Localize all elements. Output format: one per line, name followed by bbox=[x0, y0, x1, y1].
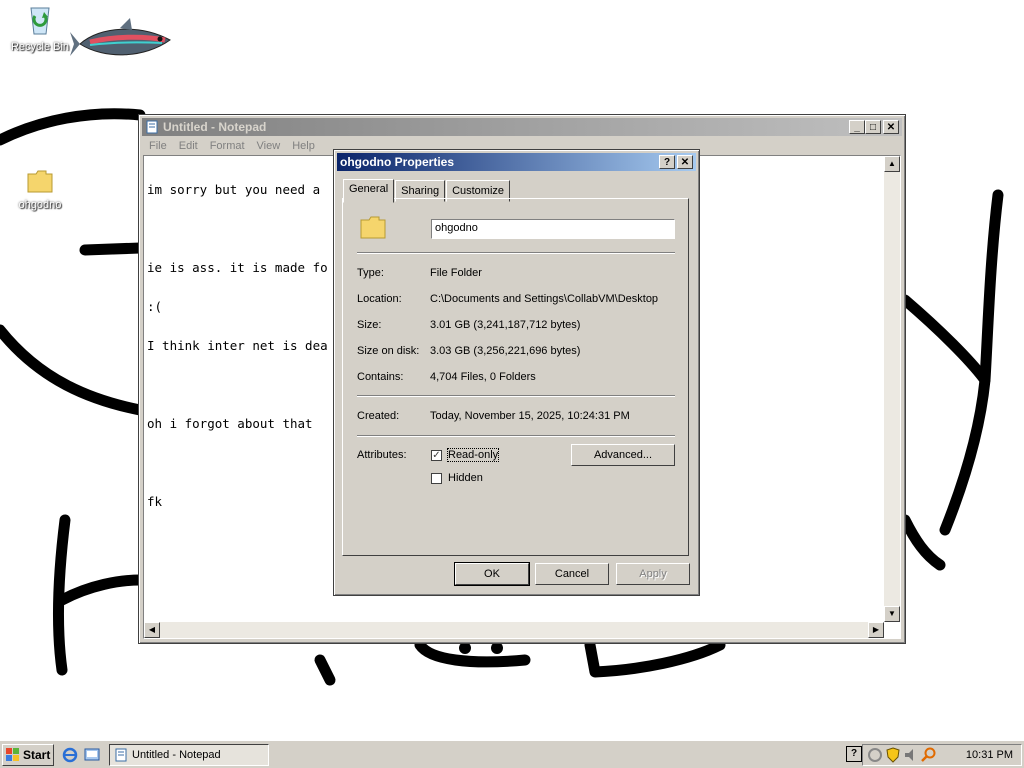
close-button[interactable]: ✕ bbox=[883, 120, 899, 134]
properties-title: ohgodno Properties bbox=[340, 155, 454, 169]
menu-file[interactable]: File bbox=[143, 140, 173, 152]
notepad-text: im sorry but you need a ie is ass. it is… bbox=[147, 157, 328, 534]
text-line bbox=[147, 456, 328, 469]
close-button[interactable]: ✕ bbox=[677, 155, 693, 169]
size-on-disk-value: 3.03 GB (3,256,221,696 bytes) bbox=[430, 345, 581, 357]
clock[interactable]: 10:31 PM bbox=[966, 749, 1013, 761]
ok-button[interactable]: OK bbox=[454, 562, 530, 586]
desktop-icon-ohgodno-folder[interactable]: ohgodno bbox=[0, 168, 80, 211]
help-tray-icon[interactable]: ? bbox=[846, 746, 862, 762]
tab-general[interactable]: General bbox=[343, 179, 395, 203]
divider bbox=[357, 435, 675, 437]
menu-format[interactable]: Format bbox=[204, 140, 251, 152]
location-value: C:\Documents and Settings\CollabVM\Deskt… bbox=[430, 293, 659, 305]
maximize-button[interactable]: □ bbox=[865, 120, 881, 134]
taskbar-button-notepad[interactable]: Untitled - Notepad bbox=[109, 744, 269, 766]
start-label: Start bbox=[23, 748, 51, 762]
help-button[interactable]: ? bbox=[659, 155, 675, 169]
system-tray: 10:31 PM bbox=[862, 744, 1022, 766]
minimize-button[interactable]: _ bbox=[849, 120, 865, 134]
contains-value: 4,704 Files, 0 Folders bbox=[430, 371, 536, 383]
text-line: fk bbox=[147, 494, 163, 509]
internet-explorer-icon[interactable] bbox=[62, 747, 78, 763]
folder-icon bbox=[27, 170, 53, 193]
contains-label: Contains: bbox=[357, 371, 404, 383]
readonly-checkbox[interactable]: ✓ bbox=[431, 450, 442, 461]
size-label: Size: bbox=[357, 319, 382, 331]
windows-logo-icon bbox=[6, 748, 19, 761]
volume-icon[interactable] bbox=[903, 747, 919, 763]
show-desktop-icon[interactable] bbox=[84, 747, 100, 763]
notepad-title: Untitled - Notepad bbox=[163, 120, 267, 134]
search-icon[interactable] bbox=[921, 747, 937, 763]
desktop-icon-recycle-bin[interactable]: Recycle Bin bbox=[0, 2, 80, 53]
scroll-down-button[interactable]: ▼ bbox=[884, 606, 900, 622]
scroll-up-button[interactable]: ▲ bbox=[884, 156, 900, 172]
notepad-icon bbox=[146, 120, 158, 134]
hidden-checkbox[interactable] bbox=[431, 473, 442, 484]
notepad-icon bbox=[115, 748, 127, 762]
properties-dialog[interactable]: ohgodno Properties ? ✕ General Sharing C… bbox=[333, 149, 700, 596]
hidden-label[interactable]: Hidden bbox=[448, 472, 483, 484]
divider bbox=[357, 252, 675, 254]
size-value: 3.01 GB (3,241,187,712 bytes) bbox=[430, 319, 581, 331]
folder-name-input[interactable]: ohgodno bbox=[431, 219, 675, 239]
divider bbox=[357, 395, 675, 397]
text-line: oh i forgot about that bbox=[147, 416, 321, 431]
general-tab-page: ohgodno Type: File Folder Location: C:\D… bbox=[342, 198, 689, 556]
folder-icon bbox=[360, 216, 386, 239]
type-label: Type: bbox=[357, 267, 384, 279]
network-icon[interactable] bbox=[867, 747, 883, 763]
menu-help[interactable]: Help bbox=[286, 140, 321, 152]
created-label: Created: bbox=[357, 410, 400, 422]
menu-edit[interactable]: Edit bbox=[173, 140, 204, 152]
scroll-left-button[interactable]: ◀ bbox=[144, 622, 160, 638]
created-value: Today, November 15, 2025, 10:24:31 PM bbox=[430, 410, 630, 422]
text-line: ie is ass. it is made fo bbox=[147, 260, 328, 275]
text-line: im sorry but you need a bbox=[147, 182, 321, 197]
start-button[interactable]: Start bbox=[2, 744, 54, 766]
text-line bbox=[147, 378, 328, 391]
readonly-label[interactable]: Read-only bbox=[446, 448, 500, 462]
menu-view[interactable]: View bbox=[251, 140, 287, 152]
desktop-icon-label: Recycle Bin bbox=[10, 41, 70, 53]
vertical-scrollbar[interactable]: ▲ ▼ bbox=[884, 156, 900, 622]
text-line: :( bbox=[147, 299, 163, 314]
recycle-bin-icon bbox=[30, 7, 50, 35]
cancel-button[interactable]: Cancel bbox=[535, 563, 609, 585]
text-line: I think inter net is dea bbox=[147, 338, 328, 353]
apply-button[interactable]: Apply bbox=[616, 563, 690, 585]
size-on-disk-label: Size on disk: bbox=[357, 345, 420, 357]
taskbar: Start Untitled - Notepad ? 10:31 PM bbox=[0, 740, 1024, 768]
type-value: File Folder bbox=[430, 267, 482, 279]
horizontal-scrollbar[interactable]: ◀ ▶ bbox=[144, 622, 884, 638]
notepad-menubar: File Edit Format View Help bbox=[143, 137, 321, 155]
fish-icon bbox=[70, 18, 171, 56]
taskbar-button-label: Untitled - Notepad bbox=[132, 749, 221, 761]
attributes-label: Attributes: bbox=[357, 449, 407, 461]
text-line bbox=[147, 222, 328, 235]
properties-titlebar[interactable]: ohgodno Properties ? ✕ bbox=[337, 153, 696, 171]
desktop-icon-label: ohgodno bbox=[18, 199, 62, 211]
advanced-button[interactable]: Advanced... bbox=[571, 444, 675, 466]
scroll-right-button[interactable]: ▶ bbox=[868, 622, 884, 638]
notepad-titlebar[interactable]: Untitled - Notepad _ □ ✕ bbox=[142, 118, 902, 136]
security-shield-icon[interactable] bbox=[885, 747, 901, 763]
location-label: Location: bbox=[357, 293, 402, 305]
